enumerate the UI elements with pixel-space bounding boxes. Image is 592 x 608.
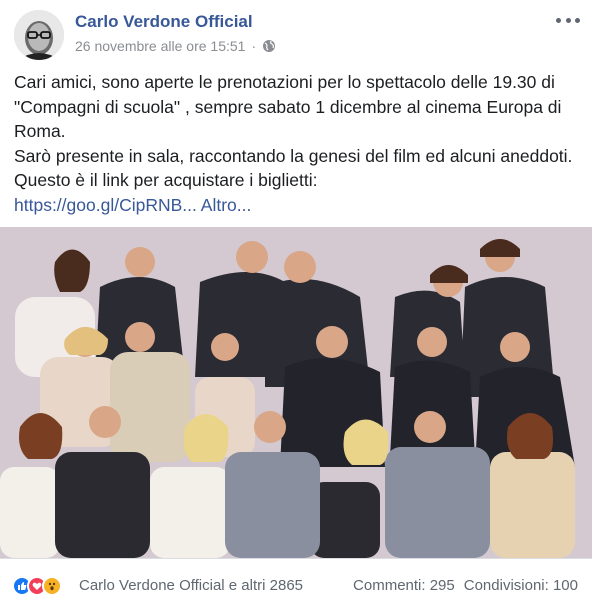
meta-separator: ·	[251, 38, 257, 54]
post-timestamp[interactable]: 26 novembre alle ore 15:51	[75, 38, 245, 54]
post-text-paragraph: Questo è il link per acquistare i biglie…	[14, 170, 318, 190]
reactors-link[interactable]: Carlo Verdone Official e altri 2865	[79, 577, 303, 594]
post-text-paragraph: Cari amici, sono aperte le prenotazioni …	[14, 72, 562, 141]
engagement-counts: Commenti: 295 Condivisioni: 100	[353, 577, 578, 594]
shares-count-link[interactable]: Condivisioni: 100	[464, 577, 578, 594]
group-photo-image	[0, 227, 592, 558]
post-link[interactable]: https://goo.gl/CipRNB...	[14, 195, 197, 215]
post-text-paragraph: Sarò presente in sala, raccontando la ge…	[14, 145, 573, 166]
post-body: Cari amici, sono aperte le prenotazioni …	[14, 70, 580, 217]
globe-icon[interactable]	[262, 39, 276, 53]
facebook-post: Carlo Verdone Official 26 novembre alle …	[0, 0, 592, 607]
post-author-link[interactable]: Carlo Verdone Official	[75, 12, 253, 32]
post-link-line: https://goo.gl/CipRNB... Altro...	[14, 193, 580, 218]
reaction-icons[interactable]	[12, 576, 62, 596]
avatar-image	[14, 10, 64, 60]
post-meta: 26 novembre alle ore 15:51 ·	[75, 38, 276, 54]
post-footer: Carlo Verdone Official e altri 2865 Comm…	[0, 558, 592, 608]
post-photo[interactable]	[0, 227, 592, 558]
wow-icon	[42, 576, 62, 596]
avatar[interactable]	[14, 10, 64, 60]
comments-count-link[interactable]: Commenti: 295	[353, 577, 455, 594]
more-options-icon[interactable]	[556, 10, 580, 30]
see-more-link[interactable]: Altro...	[201, 195, 252, 215]
